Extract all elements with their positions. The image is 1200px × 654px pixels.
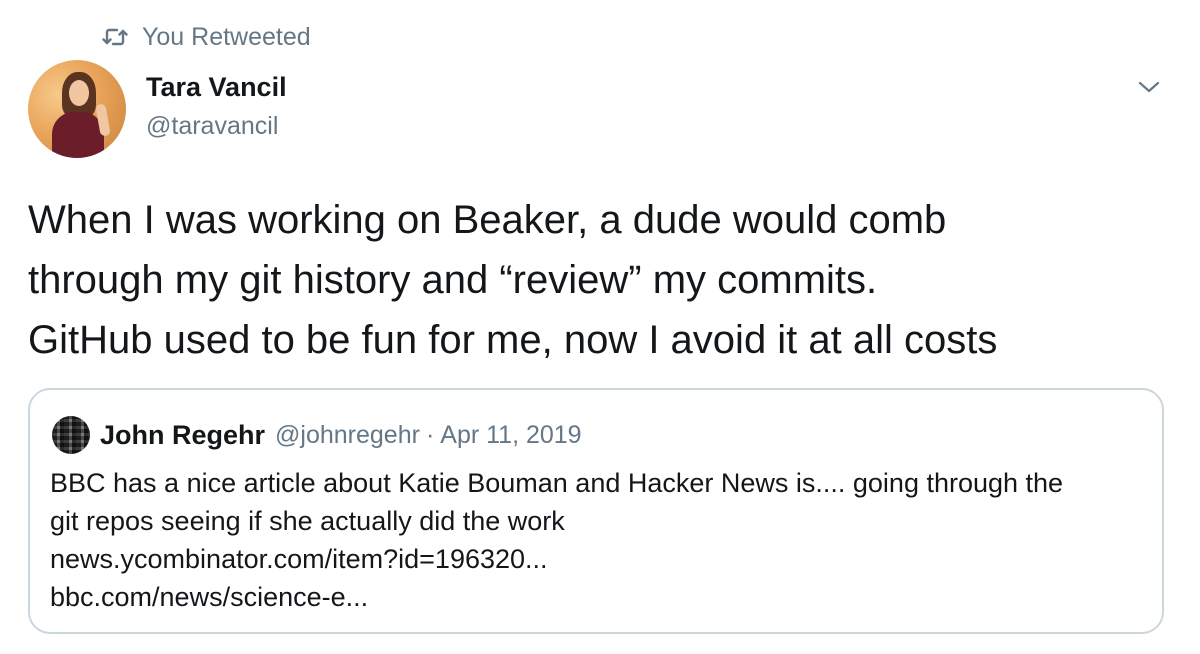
retweet-context: You Retweeted (100, 22, 311, 52)
retweet-icon (100, 22, 130, 52)
retweet-label: You Retweeted (142, 22, 311, 51)
quoted-link: news.ycombinator.com/item?id=196320... (50, 544, 548, 574)
tweet-text-line: GitHub used to be fun for me, now I avoi… (28, 318, 998, 362)
tweet-text-line: When I was working on Beaker, a dude wou… (28, 198, 947, 242)
quoted-tweet-text: BBC has a nice article about Katie Bouma… (50, 464, 1150, 616)
meta-separator: · (425, 420, 435, 449)
tweet-text: When I was working on Beaker, a dude wou… (28, 190, 1178, 370)
author-name[interactable]: Tara Vancil (146, 72, 287, 103)
quoted-tweet[interactable]: John Regehr @johnregehr · Apr 11, 2019 B… (28, 388, 1164, 634)
tweet-text-line: through my git history and “review” my c… (28, 258, 878, 302)
quoted-tweet-header: John Regehr @johnregehr · Apr 11, 2019 (52, 416, 582, 454)
quoted-author-name: John Regehr (100, 419, 266, 450)
chevron-down-icon[interactable] (1136, 74, 1162, 100)
avatar[interactable] (28, 60, 126, 158)
quoted-link: bbc.com/news/science-e... (50, 582, 369, 612)
quoted-author-handle: @johnregehr (275, 420, 420, 449)
quoted-author-avatar (52, 416, 90, 454)
author-handle[interactable]: @taravancil (146, 112, 278, 141)
quoted-tweet-date: Apr 11, 2019 (440, 420, 582, 449)
quoted-text-line: BBC has a nice article about Katie Bouma… (50, 468, 1064, 498)
quoted-text-line: git repos seeing if she actually did the… (50, 506, 565, 536)
